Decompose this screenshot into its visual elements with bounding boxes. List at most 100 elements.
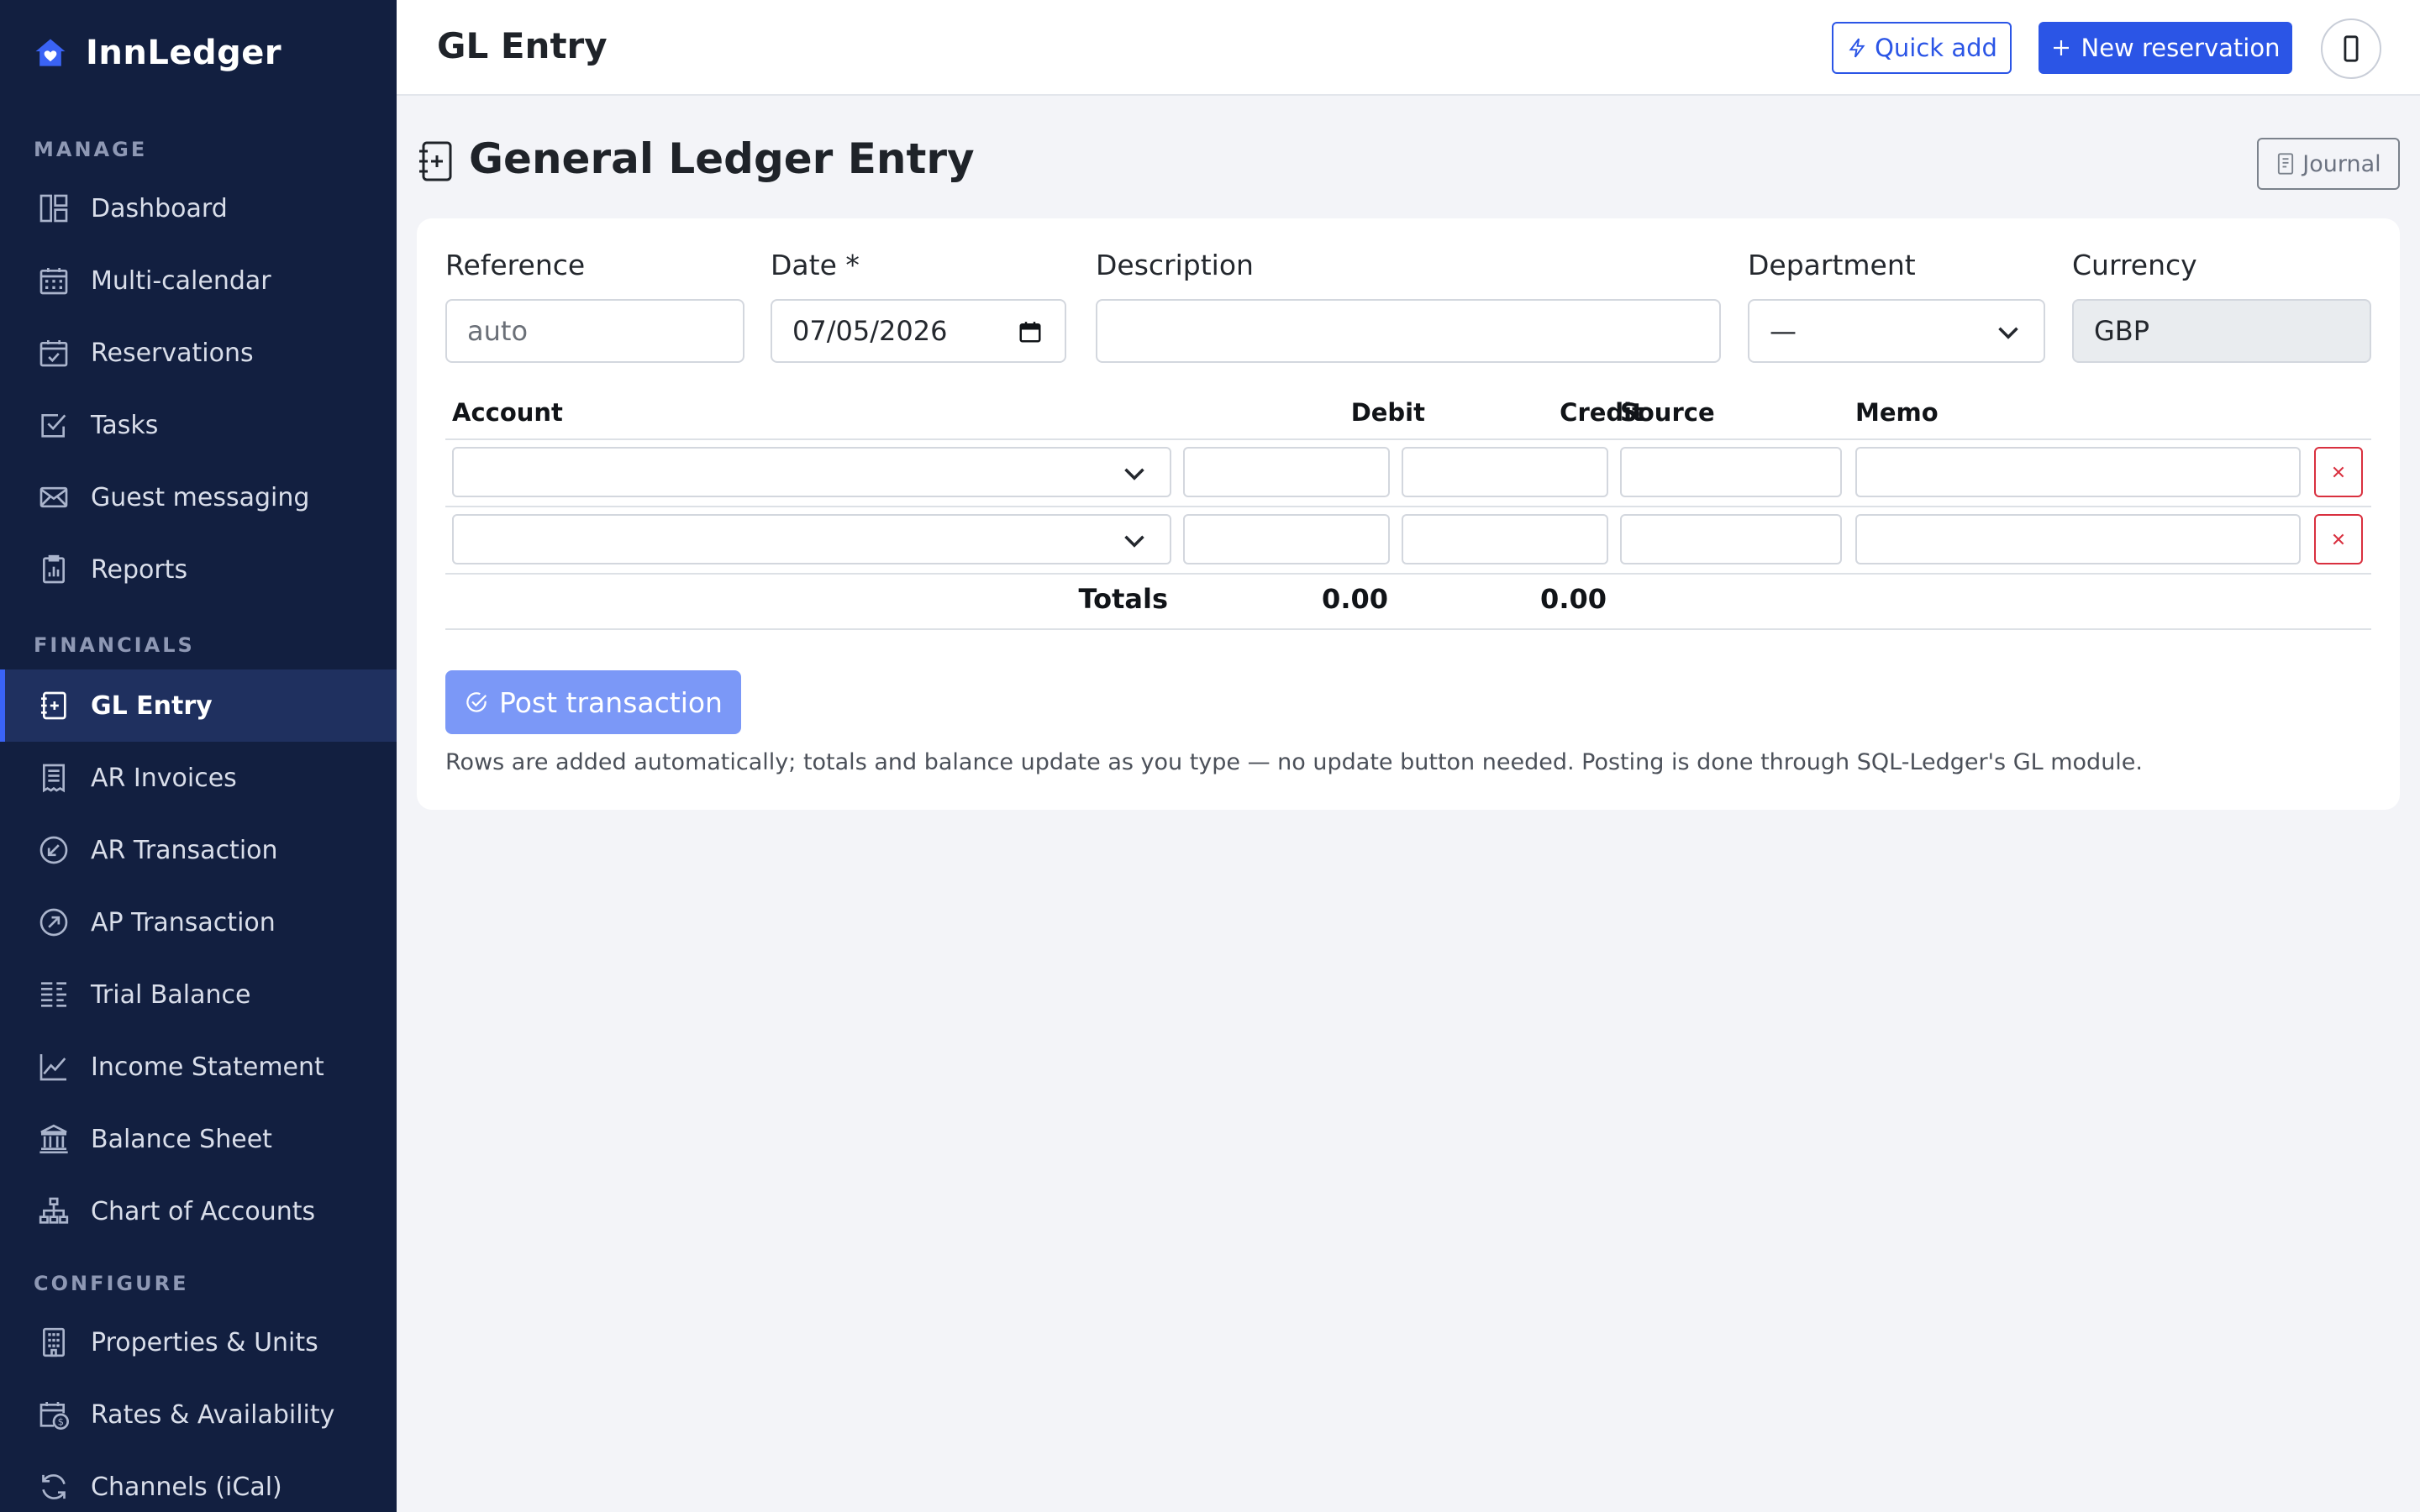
sidebar-item-balance-sheet[interactable]: Balance Sheet (0, 1103, 397, 1175)
debit-input[interactable] (1183, 447, 1390, 497)
sidebar-item-trial-balance[interactable]: Trial Balance (0, 958, 397, 1031)
quick-add-button[interactable]: Quick add (1832, 22, 2012, 74)
sidebar: InnLedger MANAGE Dashboard Multi-calenda… (0, 0, 397, 1512)
brand[interactable]: InnLedger (32, 32, 281, 74)
chevron-down-icon (1124, 535, 1144, 548)
post-transaction-label: Post transaction (499, 685, 723, 719)
source-input[interactable] (1620, 514, 1842, 564)
topbar: GL Entry Quick add New reservation (397, 0, 2420, 96)
list-columns-icon (41, 982, 66, 1007)
page-title: GL Entry (437, 25, 608, 66)
brand-name: InnLedger (86, 34, 282, 72)
remove-row-button[interactable] (2314, 514, 2363, 564)
section-label-manage: MANAGE (34, 138, 148, 161)
helper-text: Rows are added automatically; totals and… (445, 749, 2144, 775)
new-reservation-button[interactable]: New reservation (2039, 22, 2292, 74)
sidebar-item-income-statement[interactable]: Income Statement (0, 1031, 397, 1103)
lightning-icon (1849, 38, 1865, 58)
reference-input[interactable]: auto (445, 299, 744, 363)
debit-input[interactable] (1183, 514, 1390, 564)
account-select[interactable] (452, 447, 1171, 497)
source-input[interactable] (1620, 447, 1842, 497)
credit-input[interactable] (1402, 514, 1608, 564)
sidebar-item-label: Reservations (91, 338, 254, 368)
journal-plus-icon (419, 141, 452, 181)
sidebar-item-dashboard[interactable]: Dashboard (0, 172, 397, 244)
journal-plus-icon (41, 691, 66, 720)
sidebar-item-ar-invoices[interactable]: AR Invoices (0, 742, 397, 814)
sidebar-item-guest-messaging[interactable]: Guest messaging (0, 461, 397, 533)
department-select[interactable]: — (1748, 299, 2045, 363)
arrow-up-right-circle-icon (39, 908, 68, 937)
sidebar-item-ap-transaction[interactable]: AP Transaction (0, 886, 397, 958)
sidebar-item-multi-calendar[interactable]: Multi-calendar (0, 244, 397, 317)
journal-icon (2278, 153, 2294, 175)
total-debit: 0.00 (1322, 583, 1388, 615)
sidebar-item-label: GL Entry (91, 690, 213, 721)
sidebar-item-rates-availability[interactable]: $ Rates & Availability (0, 1378, 397, 1451)
sidebar-item-tasks[interactable]: Tasks (0, 389, 397, 461)
description-label: Description (1096, 249, 1254, 281)
sidebar-item-label: Properties & Units (91, 1327, 318, 1357)
department-value: — (1770, 315, 1797, 347)
remove-row-button[interactable] (2314, 447, 2363, 497)
sidebar-item-label: AP Transaction (91, 907, 276, 937)
sidebar-item-gl-entry[interactable]: GL Entry (0, 669, 397, 742)
reference-label: Reference (445, 249, 586, 281)
section-label-financials: FINANCIALS (34, 633, 195, 657)
sidebar-item-label: Balance Sheet (91, 1124, 272, 1154)
calendar-dollar-icon: $ (39, 1402, 70, 1430)
new-reservation-label: New reservation (2081, 34, 2281, 62)
department-label: Department (1748, 249, 1916, 281)
table-divider (445, 573, 2371, 575)
totals-label: Totals (1078, 583, 1168, 615)
sidebar-item-label: Trial Balance (91, 979, 251, 1010)
calendar-icon[interactable] (1018, 319, 1043, 344)
description-input[interactable] (1096, 299, 1721, 363)
sidebar-item-reports[interactable]: Reports (0, 533, 397, 606)
calendar-check-icon (39, 340, 68, 367)
receipt-icon (43, 764, 65, 793)
column-header-account: Account (452, 398, 563, 427)
sidebar-item-label: Channels (iCal) (91, 1472, 282, 1502)
journal-label: Journal (2302, 150, 2381, 177)
house-logo-icon (35, 39, 66, 66)
sidebar-item-label: Chart of Accounts (91, 1196, 316, 1226)
column-header-source: Source (1620, 398, 1715, 427)
quick-add-label: Quick add (1875, 34, 1997, 62)
date-value: 07/05/2026 (792, 315, 948, 347)
section-label-configure: CONFIGURE (34, 1272, 189, 1295)
credit-input[interactable] (1402, 447, 1608, 497)
journal-button[interactable]: Journal (2257, 138, 2400, 190)
sidebar-item-label: Income Statement (91, 1052, 324, 1082)
sidebar-item-chart-of-accounts[interactable]: Chart of Accounts (0, 1175, 397, 1247)
clipboard-chart-icon (43, 554, 65, 584)
arrow-down-left-circle-icon (39, 836, 68, 864)
sidebar-item-reservations[interactable]: Reservations (0, 317, 397, 389)
checkbox-icon (41, 414, 66, 438)
sidebar-item-channels-ical[interactable]: Channels (iCal) (0, 1451, 397, 1512)
memo-input[interactable] (1855, 447, 2301, 497)
building-icon (43, 1327, 65, 1357)
sidebar-item-label: AR Invoices (91, 763, 237, 793)
close-icon (2333, 466, 2344, 478)
account-select[interactable] (452, 514, 1171, 564)
post-transaction-button[interactable]: Post transaction (445, 670, 741, 734)
graph-up-icon (39, 1054, 66, 1081)
envelope-icon (39, 486, 68, 508)
date-input[interactable]: 07/05/2026 (771, 299, 1066, 363)
diagram-icon (39, 1197, 69, 1224)
total-credit: 0.00 (1540, 583, 1607, 615)
dashboard-icon (39, 194, 68, 223)
currency-label: Currency (2072, 249, 2197, 281)
svg-text:$: $ (58, 1416, 64, 1428)
plus-icon (2053, 40, 2069, 55)
sidebar-item-properties-units[interactable]: Properties & Units (0, 1306, 397, 1378)
theme-toggle-button[interactable] (2321, 18, 2381, 79)
sidebar-item-label: Rates & Availability (91, 1399, 335, 1430)
memo-input[interactable] (1855, 514, 2301, 564)
sidebar-item-ar-transaction[interactable]: AR Transaction (0, 814, 397, 886)
reference-placeholder: auto (467, 315, 529, 347)
sidebar-item-label: Tasks (91, 410, 159, 440)
calendar-grid-icon (39, 268, 68, 295)
